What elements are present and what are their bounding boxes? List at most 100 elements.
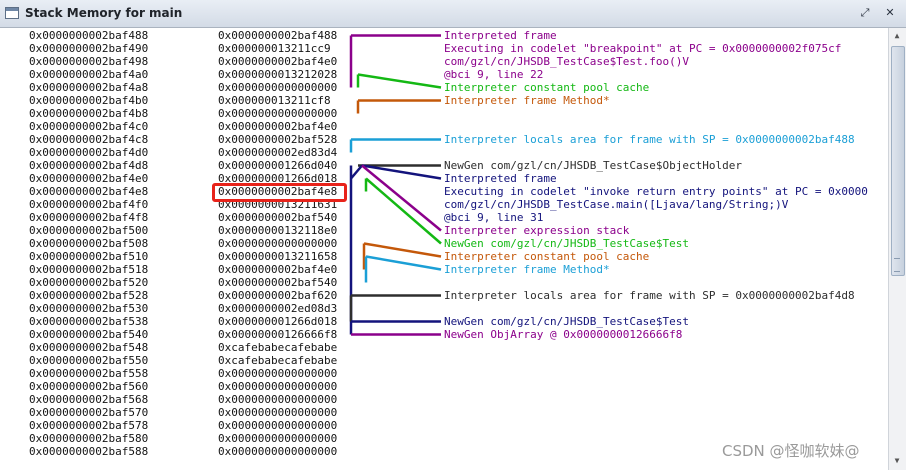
value-cell: 0x0000000013212028 [218, 68, 338, 81]
frame-annotation: Executing in codelet "breakpoint" at PC … [444, 42, 842, 55]
value-cell: 0x0000000002baf540 [218, 276, 338, 289]
value-cell: 0x0000000000000000 [218, 445, 338, 458]
frame-annotation: NewGen com/gzl/cn/JHSDB_TestCase$ObjectH… [444, 159, 743, 172]
frame-annotation: com/gzl/cn/JHSDB_TestCase$Test.foo()V [444, 55, 690, 68]
value-cell: 0x0000000000000000 [218, 432, 338, 445]
address-cell: 0x0000000002baf550 [29, 354, 149, 367]
scroll-up-icon[interactable]: ▲ [892, 31, 902, 40]
frame-annotation: @bci 9, line 22 [444, 68, 544, 81]
value-cell: 0xcafebabecafebabe [218, 354, 338, 367]
address-cell: 0x0000000002baf540 [29, 328, 149, 341]
address-cell: 0x0000000002baf4c0 [29, 120, 149, 133]
address-cell: 0x0000000002baf570 [29, 406, 149, 419]
value-cell: 0x0000000002baf540 [218, 211, 338, 224]
value-cell: 0x00000000126666f8 [218, 328, 338, 341]
frame-annotation: Interpreter constant pool cache [444, 81, 650, 94]
address-cell: 0x0000000002baf528 [29, 289, 149, 302]
value-cell: 0x000000001266d018 [218, 315, 338, 328]
value-cell: 0x000000013211cf8 [218, 94, 331, 107]
highlight-box [212, 183, 347, 202]
address-cell: 0x0000000002baf520 [29, 276, 149, 289]
pool-cache-line [363, 242, 442, 258]
value-cell: 0x0000000000000000 [218, 419, 338, 432]
address-cell: 0x0000000002baf4c8 [29, 133, 149, 146]
frame-annotation: NewGen ObjArray @ 0x00000000126666f8 [444, 328, 683, 341]
pool-cache-line [357, 73, 442, 89]
frame-annotation: @bci 9, line 31 [444, 211, 544, 224]
address-cell: 0x0000000002baf4e0 [29, 172, 149, 185]
scroll-down-icon[interactable]: ▼ [892, 456, 902, 465]
window-icon [5, 7, 19, 19]
frame-annotation: Interpreter constant pool cache [444, 250, 650, 263]
frame-annotation: Interpreter locals area for frame with S… [444, 289, 855, 302]
frame-annotation: NewGen com/gzl/cn/JHSDB_TestCase$Test [444, 315, 690, 328]
watermark: CSDN @怪咖软妹@ [722, 442, 860, 460]
frame-bracket-line [350, 164, 363, 180]
address-cell: 0x0000000002baf490 [29, 42, 149, 55]
value-cell: 0x0000000002ed83d4 [218, 146, 338, 159]
address-cell: 0x0000000002baf4d8 [29, 159, 149, 172]
frame-annotation: Interpreter locals area for frame with S… [444, 133, 855, 146]
value-cell: 0x0000000000000000 [218, 406, 338, 419]
value-cell: 0x0000000002ed08d3 [218, 302, 338, 315]
address-cell: 0x0000000002baf588 [29, 445, 149, 458]
value-cell: 0x0000000000000000 [218, 237, 338, 250]
value-cell: 0x000000001266d040 [218, 159, 338, 172]
value-cell: 0x0000000000000000 [218, 367, 338, 380]
address-cell: 0x0000000002baf4d0 [29, 146, 149, 159]
frame-annotation: Interpreter expression stack [444, 224, 630, 237]
address-cell: 0x0000000002baf498 [29, 55, 149, 68]
address-cell: 0x0000000002baf500 [29, 224, 149, 237]
value-cell: 0x0000000000000000 [218, 393, 338, 406]
address-cell: 0x0000000002baf568 [29, 393, 149, 406]
address-cell: 0x0000000002baf538 [29, 315, 149, 328]
address-cell: 0x0000000002baf558 [29, 367, 149, 380]
value-cell: 0x000000013211cc9 [218, 42, 331, 55]
value-cell: 0x0000000013211658 [218, 250, 338, 263]
frame-annotation: Interpreted frame [444, 29, 557, 42]
frame-annotation: Interpreter frame Method* [444, 94, 610, 107]
value-cell: 0x00000000132118e0 [218, 224, 338, 237]
value-cell: 0xcafebabecafebabe [218, 341, 338, 354]
address-cell: 0x0000000002baf4a8 [29, 81, 149, 94]
value-cell: 0x0000000000000000 [218, 107, 338, 120]
title-bar: Stack Memory for main ⤢ ✕ [0, 0, 906, 28]
address-cell: 0x0000000002baf4f8 [29, 211, 149, 224]
newgen-test-line [365, 177, 442, 245]
address-cell: 0x0000000002baf4a0 [29, 68, 149, 81]
value-cell: 0x0000000002baf4e0 [218, 263, 338, 276]
vertical-scrollbar[interactable]: ▲ ▼ [888, 28, 906, 470]
address-cell: 0x0000000002baf530 [29, 302, 149, 315]
value-cell: 0x0000000002baf620 [218, 289, 338, 302]
address-cell: 0x0000000002baf508 [29, 237, 149, 250]
restore-icon[interactable]: ⤢ [857, 5, 873, 21]
expression-stack-line [361, 164, 442, 232]
method-line [365, 255, 442, 271]
address-cell: 0x0000000002baf4b8 [29, 107, 149, 120]
frame-brackets [349, 34, 442, 336]
address-cell: 0x0000000002baf4b0 [29, 94, 149, 107]
value-cell: 0x0000000000000000 [218, 81, 338, 94]
address-cell: 0x0000000002baf4f0 [29, 198, 149, 211]
value-cell: 0x0000000000000000 [218, 380, 338, 393]
address-cell: 0x0000000002baf518 [29, 263, 149, 276]
value-cell: 0x0000000002baf528 [218, 133, 338, 146]
address-cell: 0x0000000002baf580 [29, 432, 149, 445]
value-cell: 0x0000000002baf4e0 [218, 120, 338, 133]
window-title: Stack Memory for main [25, 6, 183, 20]
frame-annotation: Interpreter frame Method* [444, 263, 610, 276]
address-cell: 0x0000000002baf548 [29, 341, 149, 354]
memory-view: 0x0000000002baf488 0x0000000002baf488 0x00… [1, 28, 888, 470]
value-cell: 0x0000000002baf488 [218, 29, 338, 42]
address-cell: 0x0000000002baf578 [29, 419, 149, 432]
frame-annotation: NewGen com/gzl/cn/JHSDB_TestCase$Test [444, 237, 690, 250]
address-cell: 0x0000000002baf4e8 [29, 185, 149, 198]
frame-annotation: Interpreted frame [444, 172, 557, 185]
frame-annotation: com/gzl/cn/JHSDB_TestCase.main([Ljava/la… [444, 198, 789, 211]
value-cell: 0x0000000002baf4e0 [218, 55, 338, 68]
scroll-thumb[interactable] [891, 46, 905, 276]
scroll-grip [894, 258, 900, 272]
address-cell: 0x0000000002baf510 [29, 250, 149, 263]
close-icon[interactable]: ✕ [882, 5, 898, 21]
address-cell: 0x0000000002baf488 [29, 29, 149, 42]
